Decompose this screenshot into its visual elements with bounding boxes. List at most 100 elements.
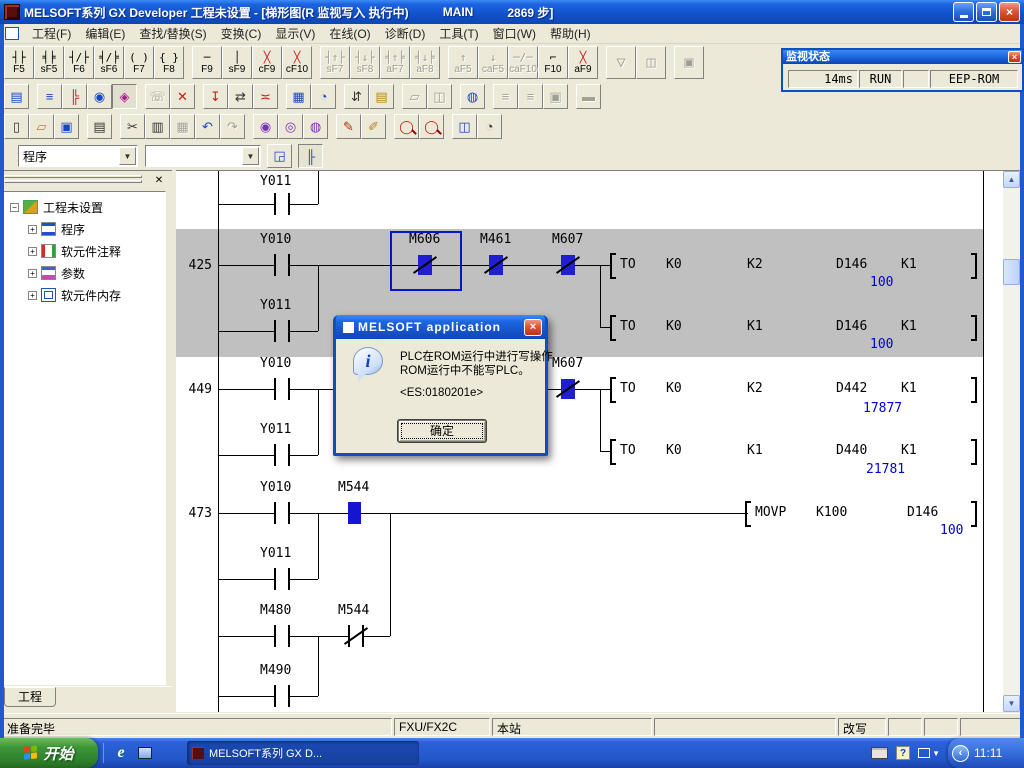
application-instruction-button[interactable]: { } F8 [154,46,184,79]
block-transfer-button[interactable]: ▦ [286,84,311,109]
cut-button[interactable]: ✂ [120,114,145,139]
quick-launch-desktop[interactable] [135,743,155,763]
tree-item-parameter[interactable]: + 参数 [4,262,165,284]
closed-contact-button[interactable]: ┤/├ F6 [64,46,94,79]
network-monitor-button[interactable]: ◍ [460,84,485,109]
block-convert-button[interactable]: ◫ [636,46,666,79]
contact-open[interactable] [274,625,290,647]
expand-icon[interactable]: + [28,247,37,256]
find-device-button[interactable]: ◉ [87,84,112,109]
contact-open-energized[interactable] [348,502,361,524]
horizontal-line-button[interactable]: ─ F9 [192,46,222,79]
zoom-in-button[interactable]: ◯ [394,114,419,139]
collapse-tray-button[interactable]: ‹ [952,745,969,762]
copy-button[interactable]: ▥ [145,114,170,139]
device-tree-button[interactable]: ╠ [62,84,87,109]
logic-test-button[interactable]: ▽ [606,46,636,79]
device-test-red-button[interactable]: ✎ [336,114,361,139]
collapse-icon[interactable]: − [10,203,19,212]
read-from-plc-button[interactable]: ☏ [145,84,170,109]
tab-project[interactable]: 工程 [4,687,56,707]
tree-item-device-comment[interactable]: + 软元件注释 [4,240,165,262]
tile-windows-button[interactable]: ◫ [427,84,452,109]
contact-open[interactable] [274,193,290,215]
device-test-yellow-button[interactable]: ✐ [361,114,386,139]
dialog-titlebar[interactable]: MELSOFT application × [336,315,545,339]
save-project-button[interactable]: ▣ [54,114,79,139]
instruction[interactable]: TO [620,382,636,396]
contact-open[interactable] [274,320,290,342]
cascade-windows-button[interactable]: ▱ [402,84,427,109]
compare-button[interactable]: ≍ [253,84,278,109]
device-batch-button[interactable]: ▣ [674,46,704,79]
ok-button[interactable]: 确定 [398,420,486,442]
verify-with-plc-button[interactable]: ⇄ [228,84,253,109]
remote-operation-button[interactable]: ⇵ [344,84,369,109]
falling-pulse-op-button[interactable]: ↓ caF5 [478,46,508,79]
comment-display-button[interactable]: ◲ [267,144,292,168]
monitor-start-button[interactable]: ▣ [543,84,568,109]
menu-project[interactable]: 工程(F) [25,23,78,44]
options-button[interactable]: ◔ [477,114,502,139]
instruction[interactable]: TO [620,258,636,272]
find-button[interactable]: ◉ [253,114,278,139]
menu-find-replace[interactable]: 查找/替换(S) [132,23,213,44]
keyboard-ime-icon[interactable] [871,747,888,759]
contact-open[interactable] [274,502,290,524]
menu-online[interactable]: 在线(O) [322,23,377,44]
menu-tools[interactable]: 工具(T) [432,23,485,44]
tree-item-project-root[interactable]: − 工程未设置 [4,196,165,218]
contact-closed-energized[interactable] [489,255,503,275]
contact-closed-energized[interactable] [561,255,575,275]
delete-horizontal-line-button[interactable]: ╳ cF9 [252,46,282,79]
close-button[interactable]: × [524,319,542,336]
menu-window[interactable]: 窗口(W) [486,23,543,44]
close-icon[interactable]: ✕ [152,174,166,188]
find-combo[interactable]: ▼ [145,145,261,167]
tree-item-device-memory[interactable]: + 软元件内存 [4,284,165,306]
cross-reference-button[interactable]: ◍ [303,114,328,139]
parallel-open-contact-button[interactable]: ╡╞ sF5 [34,46,64,79]
monitor-mode-button[interactable]: ≡ [493,84,518,109]
scrollbar-thumb[interactable] [1003,259,1020,285]
zoom-out-button[interactable]: ◯ [419,114,444,139]
mdi-child-icon[interactable] [5,27,19,40]
redo-button[interactable]: ↷ [220,114,245,139]
invert-result-button[interactable]: ─/─ caF10 [508,46,538,79]
menu-convert[interactable]: 变换(C) [214,23,269,44]
project-tree-toggle-button[interactable]: ╟ [298,144,323,168]
taskbar-task-melsoft[interactable]: MELSOFT系列 GX D... [187,741,419,765]
buffer-memory-monitor-button[interactable]: ▬ [576,84,601,109]
ladder-monitor-button[interactable]: ▤ [4,84,29,109]
coil-button[interactable]: ( ) F7 [124,46,154,79]
caret-down-icon[interactable]: ▼ [932,749,940,758]
instruction[interactable]: TO [620,320,636,334]
menu-edit[interactable]: 编辑(E) [78,23,132,44]
vertical-scrollbar[interactable]: ▲ ▼ [1003,170,1020,712]
help-tray-icon[interactable]: ? [896,746,910,760]
paste-button[interactable]: ▦ [170,114,195,139]
instruction-list-button[interactable]: ≡ [37,84,62,109]
undo-button[interactable]: ↶ [195,114,220,139]
find-replace-button[interactable]: ◎ [278,114,303,139]
rising-pulse-contact-button[interactable]: ┤↑├ sF7 [320,46,350,79]
contact-closed[interactable] [348,625,364,647]
scroll-up-button[interactable]: ▲ [1003,171,1020,188]
monitor-status-titlebar[interactable]: 监视状态 × [783,50,1022,64]
start-button[interactable]: 开始 [0,738,98,768]
menu-view[interactable]: 显示(V) [268,23,322,44]
falling-pulse-contact-button[interactable]: ┤↓├ sF8 [350,46,380,79]
minimize-button[interactable] [953,2,974,22]
monitor-stop-button[interactable]: ≡ [518,84,543,109]
contact-open[interactable] [274,685,290,707]
contact-open[interactable] [274,568,290,590]
contact-open[interactable] [274,254,290,276]
print-button[interactable]: ▤ [87,114,112,139]
new-project-button[interactable]: ▯ [4,114,29,139]
delete-branch-button[interactable]: ╳ aF9 [568,46,598,79]
delete-all-button[interactable]: ✕ [170,84,195,109]
split-window-button[interactable]: ◫ [452,114,477,139]
expand-icon[interactable]: + [28,291,37,300]
panel-grip[interactable] [4,180,142,183]
instruction[interactable]: TO [620,444,636,458]
